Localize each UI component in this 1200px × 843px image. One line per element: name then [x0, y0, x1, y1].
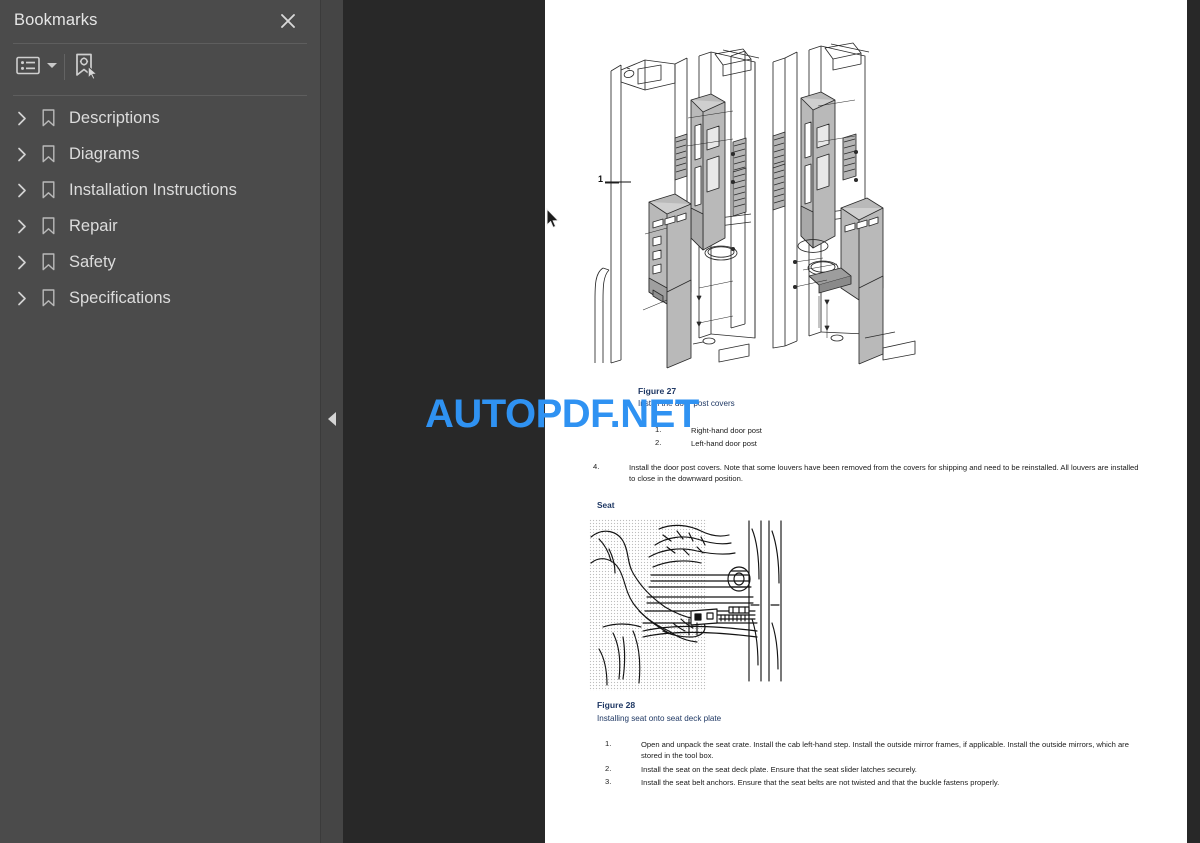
bookmark-flag-icon	[37, 145, 59, 163]
figure-27-callout-leader	[605, 181, 631, 183]
seat-step-3: 3. Install the seat belt anchors. Ensure…	[605, 777, 1153, 788]
bookmark-item-label: Installation Instructions	[69, 180, 237, 199]
figure-27-caption-subtitle: Install the door post covers	[638, 399, 735, 408]
new-bookmark-button[interactable]	[74, 53, 100, 86]
chevron-right-icon[interactable]	[9, 255, 35, 270]
bookmarks-panel: Bookmarks Descriptions Diagrams Installa…	[0, 0, 320, 843]
legend-number: 2.	[655, 438, 662, 447]
seat-step-1: 1. Open and unpack the seat crate. Insta…	[605, 739, 1153, 762]
bookmark-item-label: Safety	[69, 252, 116, 271]
bookmark-item-label: Specifications	[69, 288, 171, 307]
bookmark-item-specifications[interactable]: Specifications	[0, 280, 320, 316]
step-text: Open and unpack the seat crate. Install …	[641, 740, 1129, 761]
bookmark-flag-icon	[37, 217, 59, 235]
pdf-page: 1 Figure 27 Install the door post covers…	[545, 0, 1187, 843]
pdf-viewer-window: Bookmarks Descriptions Diagrams Installa…	[0, 0, 1200, 843]
step-number: 2.	[605, 764, 612, 773]
step-number: 4.	[593, 462, 600, 471]
step-4: 4. Install the door post covers. Note th…	[593, 462, 1153, 485]
chevron-right-icon[interactable]	[9, 111, 35, 126]
bookmark-item-repair[interactable]: Repair	[0, 208, 320, 244]
legend-number: 1.	[655, 425, 662, 434]
bookmarks-panel-header: Bookmarks	[0, 0, 320, 43]
bookmark-flag-icon	[37, 253, 59, 271]
bookmark-item-descriptions[interactable]: Descriptions	[0, 100, 320, 136]
bookmark-item-label: Descriptions	[69, 108, 160, 127]
bookmarks-toolbar	[0, 44, 320, 95]
list-options-icon	[16, 56, 40, 75]
new-bookmark-icon	[74, 53, 100, 86]
chevron-right-icon[interactable]	[9, 183, 35, 198]
caret-down-icon	[47, 63, 57, 68]
bookmarks-tree: Descriptions Diagrams Installation Instr…	[0, 100, 320, 316]
bookmark-item-label: Repair	[69, 216, 118, 235]
close-icon[interactable]	[275, 8, 301, 34]
legend-text: Left-hand door post	[691, 439, 757, 448]
step-number: 1.	[605, 739, 612, 748]
pdf-page-viewport[interactable]: 1 Figure 27 Install the door post covers…	[343, 0, 1200, 843]
step-number: 3.	[605, 777, 612, 786]
figure-27-caption-title: Figure 27	[638, 386, 677, 396]
step-text: Install the seat belt anchors. Ensure th…	[641, 778, 1000, 787]
figure-28-caption-subtitle: Installing seat onto seat deck plate	[597, 714, 722, 723]
figure-28-caption-title: Figure 28	[597, 700, 636, 710]
bookmark-options-button[interactable]	[16, 56, 57, 75]
step-text: Install the door post covers. Note that …	[629, 463, 1139, 484]
figure-27-legend-item: 2. Left-hand door post	[655, 438, 905, 449]
bookmarks-panel-title: Bookmarks	[14, 11, 98, 29]
sidebar-resize-strip[interactable]	[320, 0, 343, 843]
bookmark-item-installation-instructions[interactable]: Installation Instructions	[0, 172, 320, 208]
figure-27-illustration	[594, 42, 916, 369]
collapse-left-icon[interactable]	[328, 412, 336, 426]
bookmark-item-diagrams[interactable]: Diagrams	[0, 136, 320, 172]
step-text: Install the seat on the seat deck plate.…	[641, 765, 917, 774]
bookmark-flag-icon	[37, 109, 59, 127]
bookmark-item-label: Diagrams	[69, 144, 140, 163]
figure-28-illustration	[589, 519, 785, 691]
chevron-right-icon[interactable]	[9, 147, 35, 162]
bookmark-flag-icon	[37, 289, 59, 307]
section-heading-seat: Seat	[597, 500, 615, 510]
bookmark-flag-icon	[37, 181, 59, 199]
figure-27-legend-item: 1. Right-hand door post	[655, 425, 905, 436]
bookmark-item-safety[interactable]: Safety	[0, 244, 320, 280]
toolbar-divider	[13, 95, 307, 96]
toolbar-separator	[64, 54, 65, 80]
legend-text: Right-hand door post	[691, 426, 762, 435]
chevron-right-icon[interactable]	[9, 291, 35, 306]
figure-27-callout-1: 1	[598, 174, 604, 184]
seat-step-2: 2. Install the seat on the seat deck pla…	[605, 764, 1153, 775]
chevron-right-icon[interactable]	[9, 219, 35, 234]
